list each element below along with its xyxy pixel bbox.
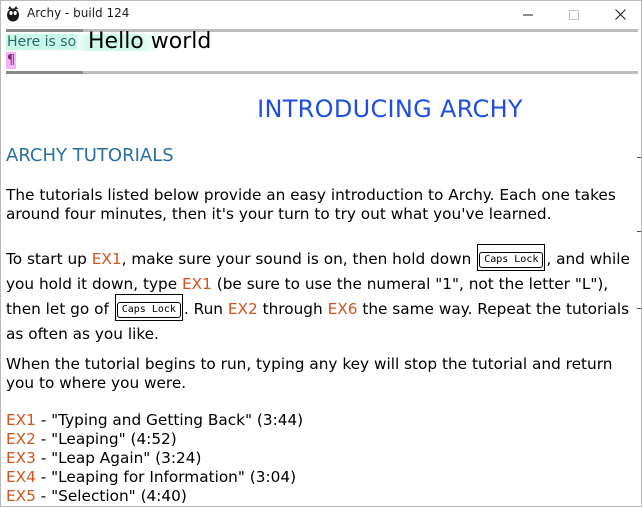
command-ex1: EX1 (182, 275, 212, 293)
text-run: through (257, 300, 328, 318)
status-strip-bottom (6, 71, 638, 74)
maximize-button[interactable] (551, 1, 597, 28)
close-button[interactable] (597, 1, 641, 28)
tutorial-description: - "Leaping" (4:52) (35, 430, 177, 448)
hello-text: Hello world (88, 29, 212, 54)
list-item: EX4 - "Leaping for Information" (3:04) (6, 468, 303, 487)
minimize-icon (523, 5, 533, 24)
tutorial-command: EX2 (6, 430, 36, 448)
command-ex1: EX1 (91, 250, 122, 268)
pilcrow-marker: ¶ (6, 52, 16, 69)
caps-lock-key: Caps Lock (114, 294, 183, 321)
tutorial-command: EX5 (6, 487, 36, 505)
tutorial-description: - "Leap Again" (3:24) (35, 449, 202, 467)
tutorial-command: EX4 (6, 468, 36, 486)
window-title: Archy - build 124 (27, 6, 130, 20)
document-subtitle: ARCHY TUTORIALS (6, 145, 174, 166)
tutorial-behavior-paragraph: When the tutorial begins to run, typing … (6, 355, 613, 392)
margin-tick (637, 157, 641, 158)
intro-paragraph: The tutorials listed below provide an ea… (6, 186, 616, 223)
tutorial-description: - "Leaping for Information" (3:04) (35, 468, 297, 486)
app-window: Archy - build 124 Here is so Hello world… (0, 0, 642, 507)
margin-tick (637, 308, 641, 309)
list-item: EX2 - "Leaping" (4:52) (6, 430, 303, 449)
text-run: To start up (6, 250, 92, 268)
minimize-button[interactable] (505, 1, 551, 28)
document-title: INTRODUCING ARCHY (257, 95, 523, 123)
close-icon (614, 5, 626, 24)
here-text: Here is so (6, 34, 78, 50)
tutorial-description: - "Typing and Getting Back" (3:44) (35, 411, 304, 429)
text-run: . Run (183, 300, 228, 318)
list-item: EX3 - "Leap Again" (3:24) (6, 449, 303, 468)
tutorial-list: EX1 - "Typing and Getting Back" (3:44) E… (6, 411, 303, 506)
list-item: EX5 - "Selection" (4:40) (6, 487, 303, 506)
tutorial-description: - "Selection" (4:40) (35, 487, 187, 505)
list-item: EX1 - "Typing and Getting Back" (3:44) (6, 411, 303, 430)
tutorial-command: EX1 (6, 411, 36, 429)
archy-app-icon (6, 6, 20, 22)
margin-tick (637, 231, 641, 232)
caps-lock-key-label: Caps Lock (116, 302, 181, 318)
tutorial-command: EX3 (6, 449, 36, 467)
instructions-paragraph: To start up EX1, make sure your sound is… (6, 244, 634, 346)
command-line[interactable]: Here is so Hello world (6, 29, 636, 54)
maximize-icon (569, 5, 579, 24)
caps-lock-key-label: Caps Lock (479, 252, 544, 268)
status-strip-bottom-thumb[interactable] (6, 71, 83, 74)
title-bar[interactable]: Archy - build 124 (1, 1, 641, 28)
command-ex6: EX6 (327, 300, 358, 318)
text-run: , make sure your sound is on, then hold … (121, 250, 477, 268)
command-ex2: EX2 (227, 300, 258, 318)
caps-lock-key: Caps Lock (477, 244, 546, 271)
